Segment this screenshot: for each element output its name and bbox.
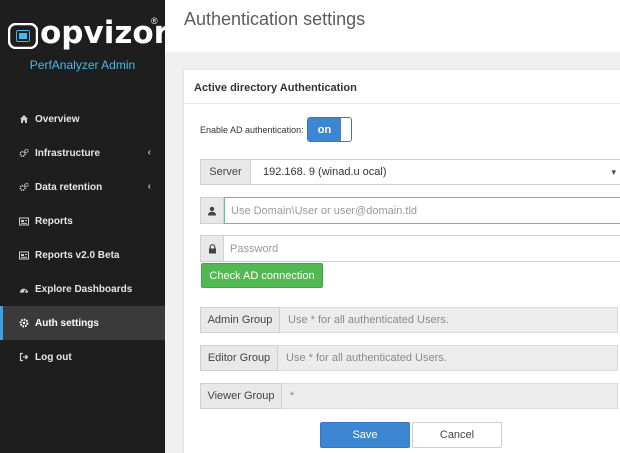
sidebar-item-label: Infrastructure [35,147,101,159]
admin-group-label: Admin Group [200,307,280,333]
sidebar-item-reports-v2-beta[interactable]: Reports v2.0 Beta [0,238,165,272]
check-ad-connection-button[interactable]: Check AD connection [201,263,323,288]
sidebar-nav: Overview Infrastructure ‹ Data retention… [0,102,165,374]
registered-mark: ® [151,16,158,26]
username-group: Use Domain\User or user@domain.tld [200,197,620,224]
admin-group-row: Admin Group Use * for all authenticated … [200,307,618,333]
home-icon [19,114,29,124]
sidebar-item-auth-settings[interactable]: Auth settings [0,306,165,340]
toggle-knob [341,118,351,141]
logo-mark-icon [8,23,38,49]
sidebar-item-label: Reports [35,215,73,227]
sidebar-item-explore-dashboards[interactable]: Explore Dashboards [0,272,165,306]
gears-icon [19,148,29,158]
sidebar-item-log-out[interactable]: Log out [0,340,165,374]
logout-icon [19,352,29,362]
gear-icon [19,318,29,328]
server-label: Server [201,160,251,184]
sidebar-item-label: Overview [35,113,80,125]
server-value: 192.168. 9 (winad.u ocal) [263,166,387,178]
viewer-group-input[interactable]: * [282,383,618,409]
password-input[interactable]: Password [224,235,620,262]
logo-text: opvizor [40,15,169,51]
sidebar-item-label: Explore Dashboards [35,283,133,295]
header-divider [165,52,620,69]
editor-group-row: Editor Group Use * for all authenticated… [200,345,618,371]
sidebar-item-label: Data retention [35,181,103,193]
gears-icon [19,182,29,192]
sidebar-item-reports[interactable]: Reports [0,204,165,238]
chevron-left-icon: ‹ [147,181,151,192]
chevron-down-icon[interactable]: ▾ [611,167,616,178]
editor-group-label: Editor Group [200,345,278,371]
server-select[interactable]: Server 192.168. 9 (winad.u ocal) ▾ [200,159,620,185]
sidebar-item-infrastructure[interactable]: Infrastructure ‹ [0,136,165,170]
sidebar-item-label: Auth settings [35,317,99,329]
user-icon [200,197,224,224]
save-button[interactable]: Save [320,422,410,448]
viewer-group-label: Viewer Group [200,383,282,409]
sidebar-item-label: Reports v2.0 Beta [35,249,120,261]
cancel-button[interactable]: Cancel [412,422,502,448]
ad-auth-panel: Active directory Authentication Enable A… [183,69,620,453]
chevron-left-icon: ‹ [147,147,151,158]
enable-ad-toggle[interactable]: on [307,117,352,142]
sidebar-item-label: Log out [35,351,72,363]
admin-group-input[interactable]: Use * for all authenticated Users. [280,307,618,333]
sidebar-item-overview[interactable]: Overview [0,102,165,136]
enable-ad-label: Enable AD authentication: [200,125,304,135]
username-input[interactable]: Use Domain\User or user@domain.tld [224,197,620,224]
opvizor-logo[interactable]: opvizor ® [8,14,169,52]
dashboard-icon [19,284,29,294]
panel-header: Active directory Authentication [184,70,620,104]
report-icon [19,216,29,226]
toggle-on-label: on [308,118,341,141]
sidebar-item-data-retention[interactable]: Data retention ‹ [0,170,165,204]
report-icon [19,250,29,260]
viewer-group-row: Viewer Group * [200,383,618,409]
editor-group-input[interactable]: Use * for all authenticated Users. [278,345,618,371]
page-title: Authentication settings [184,9,366,29]
lock-icon [200,235,224,262]
panel-title: Active directory Authentication [194,82,357,94]
app-subtitle: PerfAnalyzer Admin [29,58,136,72]
sidebar: opvizor ® PerfAnalyzer Admin Overview In… [0,0,169,453]
password-group: Password [200,235,620,262]
